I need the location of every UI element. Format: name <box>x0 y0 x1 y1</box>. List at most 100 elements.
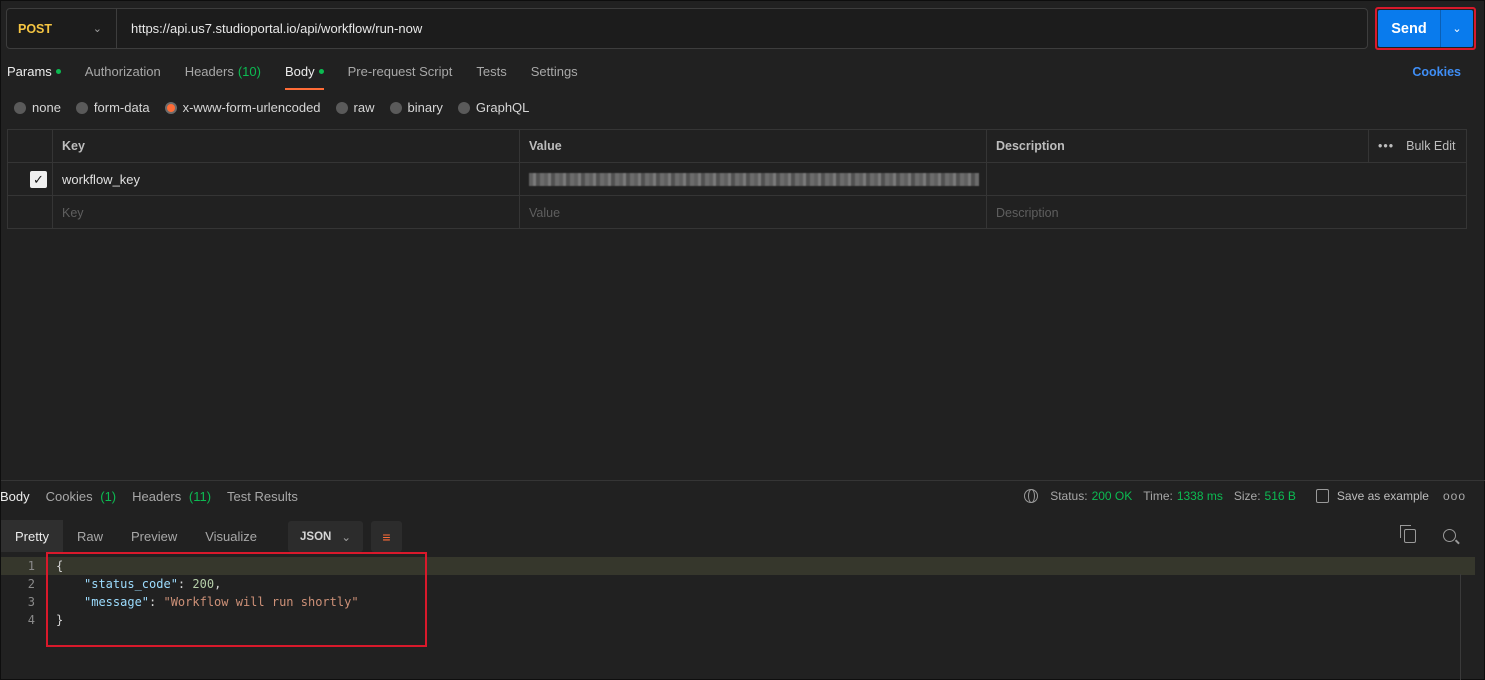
method-label: POST <box>18 21 53 36</box>
chevron-down-icon: ⌄ <box>1452 23 1462 35</box>
send-button[interactable]: Send <box>1378 10 1440 47</box>
new-key-input[interactable]: Key <box>52 196 519 229</box>
radio-raw[interactable]: raw <box>335 100 375 115</box>
radio-icon <box>75 101 88 114</box>
view-tab-visualize[interactable]: Visualize <box>191 520 271 552</box>
view-tab-pretty[interactable]: Pretty <box>1 520 63 552</box>
more-options-icon[interactable]: ooo <box>1443 489 1466 503</box>
table-header-row: Key Value Description ••• Bulk Edit <box>8 130 1466 163</box>
column-header-description: Description <box>986 130 1368 162</box>
format-select[interactable]: JSON ⌄ <box>288 521 363 552</box>
copy-icon[interactable] <box>1400 525 1416 543</box>
view-tab-raw[interactable]: Raw <box>63 520 117 552</box>
size-label: Size: <box>1233 489 1261 503</box>
body-type-radios: none form-data x-www-form-urlencoded raw… <box>14 100 544 115</box>
send-button-group: Send ⌄ <box>1375 7 1476 50</box>
tab-settings[interactable]: Settings <box>531 64 578 90</box>
chevron-down-icon: ⌄ <box>92 23 102 35</box>
radio-selected-icon <box>164 101 177 114</box>
params-table: Key Value Description ••• Bulk Edit ✓ wo… <box>7 129 1467 229</box>
save-icon <box>1315 489 1329 503</box>
column-header-value: Value <box>519 130 986 162</box>
row-key-cell[interactable]: workflow_key <box>52 163 519 195</box>
radio-icon <box>457 101 470 114</box>
tab-label: Params <box>7 64 52 79</box>
radio-label: binary <box>407 100 443 115</box>
radio-label: form-data <box>93 100 150 115</box>
tab-tests[interactable]: Tests <box>476 64 506 90</box>
chevron-down-icon: ⌄ <box>341 531 351 544</box>
response-tabs: Body Cookies (1) Headers (11) Test Resul… <box>0 489 314 504</box>
radio-binary[interactable]: binary <box>389 100 443 115</box>
radio-form-data[interactable]: form-data <box>75 100 150 115</box>
tab-count: (10) <box>237 64 261 79</box>
response-tab-cookies[interactable]: Cookies (1) <box>46 489 116 504</box>
status-dot-icon <box>318 69 324 74</box>
radio-graphql[interactable]: GraphQL <box>457 100 530 115</box>
tab-label: Headers <box>132 489 182 504</box>
row-value-cell[interactable] <box>519 163 986 195</box>
tab-label: Tests <box>476 64 507 79</box>
tab-label: Test Results <box>227 489 298 504</box>
status-label: Status: <box>1050 489 1088 503</box>
format-label: JSON <box>300 530 332 543</box>
more-icon: ••• <box>1378 139 1395 153</box>
tab-label: Settings <box>530 64 578 79</box>
redacted-value <box>529 172 979 186</box>
send-options-button[interactable]: ⌄ <box>1440 10 1473 47</box>
url-input[interactable]: https://api.us7.studioportal.io/api/work… <box>117 21 422 36</box>
save-as-example-button[interactable]: Save as example <box>1337 489 1429 503</box>
method-select[interactable]: POST ⌄ <box>7 9 117 48</box>
radio-icon <box>335 101 348 114</box>
time-value[interactable]: 1338 ms <box>1177 489 1223 503</box>
tab-count: (1) <box>100 489 117 504</box>
status-dot-icon <box>55 69 61 74</box>
radio-x-www-form-urlencoded[interactable]: x-www-form-urlencoded <box>164 100 321 115</box>
line-number: 3 <box>27 595 35 609</box>
search-icon[interactable] <box>1443 529 1456 542</box>
tab-label: Pre-request Script <box>347 64 453 79</box>
tab-label: Headers <box>184 64 234 79</box>
tab-headers[interactable]: Headers (10) <box>185 64 261 90</box>
tab-body[interactable]: Body <box>284 64 324 90</box>
view-tab-preview[interactable]: Preview <box>117 520 191 552</box>
url-bar: POST ⌄ https://api.us7.studioportal.io/a… <box>6 8 1368 49</box>
radio-icon <box>14 101 26 114</box>
column-header-key: Key <box>52 130 519 162</box>
tab-authorization[interactable]: Authorization <box>85 64 161 90</box>
time-label: Time: <box>1143 489 1173 503</box>
tab-label: Body <box>284 64 315 79</box>
response-tab-body[interactable]: Body <box>0 489 30 504</box>
radio-label: none <box>32 100 61 115</box>
tab-label: Body <box>0 489 30 504</box>
new-value-input[interactable]: Value <box>519 196 986 229</box>
radio-label: GraphQL <box>475 100 530 115</box>
row-checkbox[interactable]: ✓ <box>30 171 47 188</box>
tab-pre-request-script[interactable]: Pre-request Script <box>348 64 453 90</box>
tab-label: Authorization <box>84 64 161 79</box>
size-value[interactable]: 516 B <box>1265 489 1296 503</box>
line-number: 2 <box>27 577 35 591</box>
radio-icon <box>389 101 402 114</box>
wrap-lines-icon: ≡ <box>382 528 391 545</box>
tab-label: Cookies <box>45 489 93 504</box>
tab-params[interactable]: Params <box>7 64 61 90</box>
radio-none[interactable]: none <box>14 100 61 115</box>
response-tab-headers[interactable]: Headers (11) <box>132 489 211 504</box>
tab-count: (11) <box>188 489 212 504</box>
row-description-cell[interactable] <box>986 163 1466 195</box>
response-view-tabs: Pretty Raw Preview Visualize <box>1 520 271 552</box>
radio-label: x-www-form-urlencoded <box>182 100 321 115</box>
response-status-bar: Status: 200 OK Time: 1338 ms Size: 516 B… <box>1024 489 1466 503</box>
status-value[interactable]: 200 OK <box>1092 489 1133 503</box>
wrap-lines-button[interactable]: ≡ <box>371 521 402 552</box>
line-number: 4 <box>27 613 35 627</box>
table-row-empty: Key Value Description <box>8 196 1466 229</box>
cookies-link[interactable]: Cookies <box>1412 65 1461 79</box>
editor-scrollbar[interactable] <box>1460 574 1461 680</box>
globe-icon[interactable] <box>1024 489 1039 503</box>
line-number: 1 <box>27 559 35 573</box>
bulk-edit-button[interactable]: ••• Bulk Edit <box>1368 130 1466 162</box>
new-description-input[interactable]: Description <box>986 196 1466 229</box>
response-tab-test-results[interactable]: Test Results <box>227 489 298 504</box>
